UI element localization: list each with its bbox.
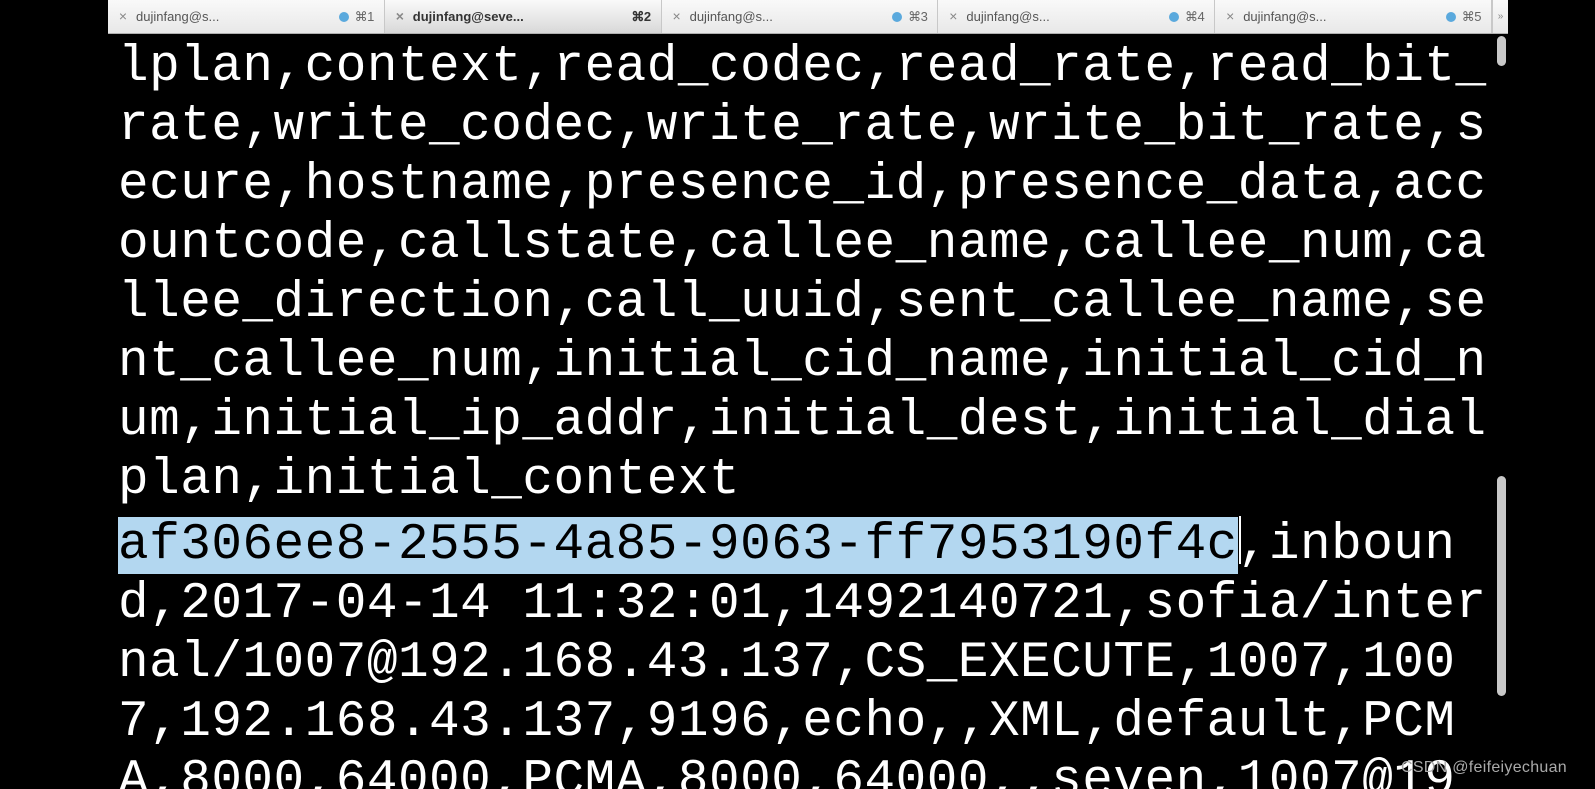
tab-label: dujinfang@s... [966, 9, 1163, 24]
unsaved-dot-icon [1446, 12, 1456, 22]
unsaved-dot-icon [339, 12, 349, 22]
close-icon[interactable]: × [946, 10, 960, 24]
close-icon[interactable]: × [1223, 10, 1237, 24]
tab-shortcut: ⌘3 [908, 9, 927, 25]
terminal-output[interactable]: lplan,context,read_codec,read_rate,read_… [108, 34, 1508, 789]
tab-4[interactable]: × dujinfang@s... ⌘4 [938, 0, 1215, 33]
tab-shortcut: ⌘2 [631, 9, 650, 25]
left-margin [0, 0, 108, 789]
scrollbar-thumb[interactable] [1497, 476, 1506, 696]
vertical-scrollbar[interactable] [1493, 36, 1508, 787]
tab-label: dujinfang@s... [1243, 9, 1440, 24]
watermark-text: CSDN @feifeiyechuan [1401, 759, 1567, 777]
tab-1[interactable]: × dujinfang@s... ⌘1 [108, 0, 385, 33]
tab-shortcut: ⌘5 [1462, 9, 1481, 25]
tab-label: dujinfang@seve... [413, 9, 626, 24]
tab-3[interactable]: × dujinfang@s... ⌘3 [662, 0, 939, 33]
tab-shortcut: ⌘4 [1185, 9, 1204, 25]
close-icon[interactable]: × [670, 10, 684, 24]
tab-overflow-button[interactable]: » [1492, 0, 1508, 33]
tab-shortcut: ⌘1 [355, 9, 374, 25]
text-cursor-icon [1239, 516, 1241, 564]
tab-label: dujinfang@s... [136, 9, 333, 24]
scrollbar-track-marker [1497, 36, 1506, 66]
app-window: × dujinfang@s... ⌘1 × dujinfang@seve... … [108, 0, 1508, 789]
tab-label: dujinfang@s... [690, 9, 887, 24]
tab-5[interactable]: × dujinfang@s... ⌘5 [1215, 0, 1492, 33]
unsaved-dot-icon [892, 12, 902, 22]
tab-2[interactable]: × dujinfang@seve... ⌘2 [385, 0, 662, 33]
close-icon[interactable]: × [393, 10, 407, 24]
terminal-text-pre: lplan,context,read_codec,read_rate,read_… [118, 39, 1487, 509]
terminal-selection: af306ee8-2555-4a85-9063-ff7953190f4c [118, 517, 1238, 574]
tab-bar: × dujinfang@s... ⌘1 × dujinfang@seve... … [108, 0, 1508, 34]
close-icon[interactable]: × [116, 10, 130, 24]
unsaved-dot-icon [1169, 12, 1179, 22]
